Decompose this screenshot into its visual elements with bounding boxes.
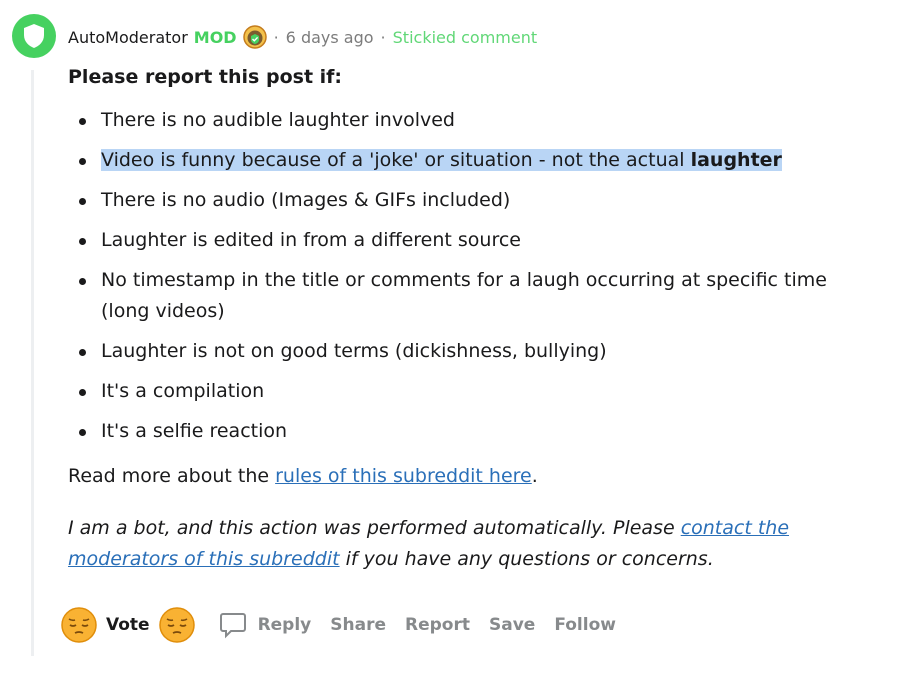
list-item: There is no audio (Images & GIFs include… xyxy=(68,185,868,216)
shield-icon xyxy=(21,22,47,50)
meta-separator: · xyxy=(380,27,386,47)
comment-actions: Vote Reply Share Report Save Follow xyxy=(60,604,616,646)
rules-list: There is no audible laughter involved Vi… xyxy=(68,105,868,447)
comment: AutoModerator MOD · 6 days ago · Stickie… xyxy=(0,0,904,678)
reply-label: Reply xyxy=(257,615,312,635)
meta-separator: · xyxy=(273,27,279,47)
follow-button[interactable]: Follow xyxy=(554,615,616,635)
rules-heading: Please report this post if: xyxy=(68,66,343,88)
speech-bubble-icon xyxy=(218,610,248,640)
list-item: It's a selfie reaction xyxy=(68,416,868,447)
report-button[interactable]: Report xyxy=(405,615,470,635)
reply-button[interactable]: Reply xyxy=(218,610,312,640)
rules-link[interactable]: rules of this subreddit here xyxy=(275,465,532,487)
list-item: Video is funny because of a 'joke' or si… xyxy=(68,145,868,176)
list-item: Laughter is not on good terms (dickishne… xyxy=(68,336,868,367)
list-item: There is no audible laughter involved xyxy=(68,105,868,136)
comment-body: Please report this post if: There is no … xyxy=(68,62,868,575)
read-more-text: Read more about the rules of this subred… xyxy=(68,465,538,487)
timestamp[interactable]: 6 days ago xyxy=(286,28,374,47)
vote-count: Vote xyxy=(106,615,150,635)
pensive-face-upvote-icon[interactable] xyxy=(60,606,98,644)
comment-meta: AutoModerator MOD · 6 days ago · Stickie… xyxy=(68,24,537,50)
thread-line[interactable] xyxy=(31,70,34,656)
list-item: It's a compilation xyxy=(68,376,868,407)
pensive-face-downvote-icon[interactable] xyxy=(158,606,196,644)
stickied-label: Stickied comment xyxy=(392,27,538,47)
save-button[interactable]: Save xyxy=(489,615,535,635)
author-name[interactable]: AutoModerator xyxy=(68,28,188,47)
list-item: Laughter is edited in from a different s… xyxy=(68,225,868,256)
selected-text: Video is funny because of a 'joke' or si… xyxy=(101,149,782,171)
author-avatar[interactable] xyxy=(12,14,56,58)
mod-badge-icon xyxy=(242,25,267,49)
share-button[interactable]: Share xyxy=(330,615,386,635)
list-item: No timestamp in the title or comments fo… xyxy=(68,265,868,327)
bot-disclaimer: I am a bot, and this action was performe… xyxy=(68,517,790,570)
mod-label: MOD xyxy=(193,27,237,47)
